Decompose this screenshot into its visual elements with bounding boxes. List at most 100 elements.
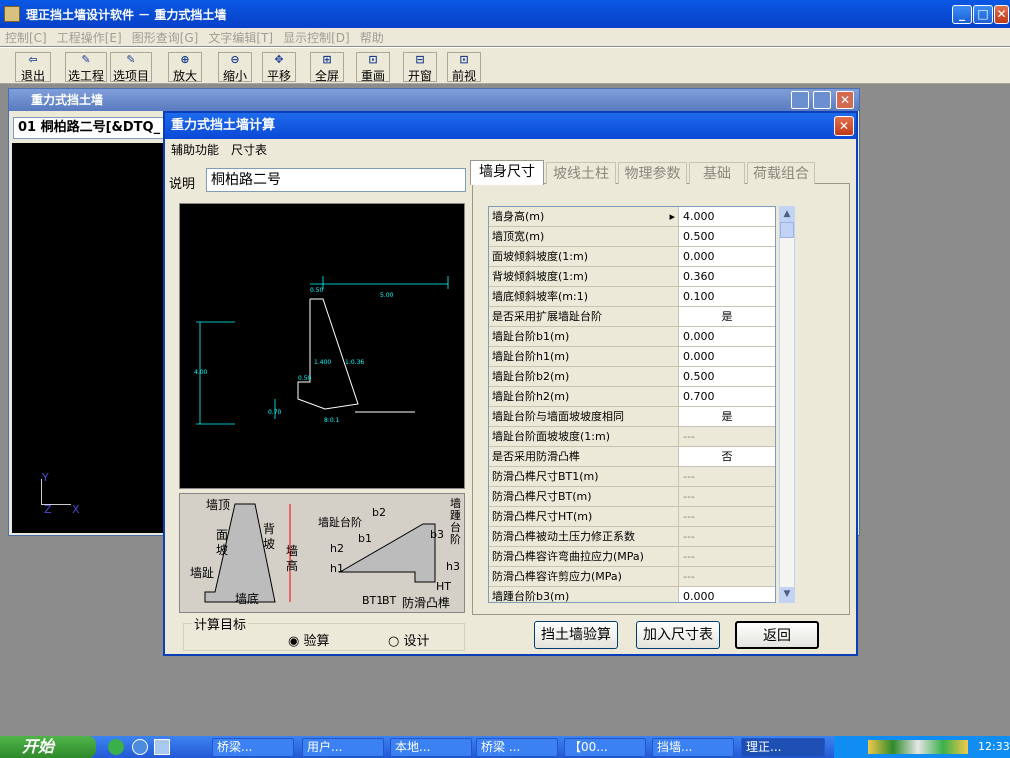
- tray-icons: [868, 740, 968, 754]
- table-row[interactable]: 面坡倾斜坡度(1:m) 0.000: [489, 247, 775, 267]
- param-value[interactable]: 0.700: [679, 387, 775, 407]
- menu-assist[interactable]: 辅助功能: [165, 141, 225, 158]
- toolbar-button[interactable]: ⊡ 前视: [447, 52, 481, 83]
- dim-label: 0.50: [310, 287, 324, 294]
- param-value[interactable]: 0.360: [679, 267, 775, 287]
- dim-label: 1.400: [314, 359, 331, 366]
- table-row[interactable]: 墙趾台阶b2(m) 0.500: [489, 367, 775, 387]
- table-row[interactable]: 防滑凸榫尺寸BT(m) ---: [489, 487, 775, 507]
- tab-2[interactable]: 物理参数: [618, 162, 687, 184]
- menu-item[interactable]: 图形查询[G]: [127, 29, 204, 46]
- param-value[interactable]: 否: [679, 447, 775, 467]
- param-value[interactable]: 0.000: [679, 587, 775, 602]
- toolbar-button[interactable]: ⇦ 退出: [15, 52, 51, 83]
- taskbar-task[interactable]: 本地...: [390, 738, 472, 757]
- param-value[interactable]: 4.000: [679, 207, 775, 227]
- start-button[interactable]: 开始: [0, 736, 96, 758]
- taskbar-task[interactable]: 用户...: [302, 738, 384, 757]
- tab-0[interactable]: 墙身尺寸: [470, 160, 544, 185]
- quicklaunch-ie2-icon[interactable]: [132, 739, 148, 755]
- toolbar-icon: ⊞: [322, 53, 332, 66]
- table-row[interactable]: 是否采用扩展墙趾台阶是: [489, 307, 775, 327]
- menu-item[interactable]: 控制[C]: [0, 29, 52, 46]
- table-row[interactable]: 防滑凸榫尺寸BT1(m) ---: [489, 467, 775, 487]
- sketch-label: 背坡: [263, 522, 276, 551]
- menu-size-table[interactable]: 尺寸表: [225, 141, 273, 158]
- toolbar-button[interactable]: ✥ 平移: [262, 52, 296, 83]
- table-row[interactable]: 墙趾台阶与墙面坡坡度相同是: [489, 407, 775, 427]
- parameter-grid[interactable]: 墙身高(m) ▸ 4.000 墙顶宽(m) 0.500 面坡倾斜坡度(1:m) 0.000 背…: [488, 206, 776, 603]
- param-value[interactable]: 0.500: [679, 227, 775, 247]
- table-row[interactable]: 防滑凸榫被动土压力修正系数 ---: [489, 527, 775, 547]
- table-row[interactable]: 墙底倾斜坡率(m:1) 0.100: [489, 287, 775, 307]
- param-value[interactable]: 是: [679, 307, 775, 327]
- toolbar-button[interactable]: ⊞ 全屏: [310, 52, 344, 83]
- taskbar-task[interactable]: 理正...: [741, 738, 825, 757]
- toolbar-button[interactable]: ⊟ 开窗: [403, 52, 437, 83]
- toolbar-button[interactable]: ✎ 选工程: [65, 52, 107, 83]
- menu-item[interactable]: 帮助: [355, 29, 389, 46]
- param-value[interactable]: 0.500: [679, 367, 775, 387]
- table-row[interactable]: 墙趾台阶h2(m) 0.700: [489, 387, 775, 407]
- quicklaunch-desktop-icon[interactable]: [154, 739, 170, 755]
- taskbar-task[interactable]: 桥梁 ...: [476, 738, 558, 757]
- param-name: 墙趾台阶与墙面坡坡度相同: [489, 407, 679, 427]
- toolbar-button[interactable]: ⊕ 放大: [168, 52, 202, 83]
- table-row[interactable]: 墙趾台阶面坡坡度(1:m) ---: [489, 427, 775, 447]
- dialog-close-button[interactable]: ✕: [834, 116, 854, 136]
- taskbar-task[interactable]: 桥梁...: [212, 738, 294, 757]
- project-combo[interactable]: 01 桐柏路二号[&DTQ_: [13, 117, 173, 139]
- table-row[interactable]: 墙趾台阶h1(m) 0.000: [489, 347, 775, 367]
- check-wall-button[interactable]: 挡土墙验算: [534, 621, 618, 649]
- radio-design[interactable]: ○ 设计: [388, 630, 430, 649]
- tab-1[interactable]: 坡线土柱: [546, 162, 616, 184]
- close-button[interactable]: ✕: [994, 5, 1009, 24]
- taskbar-task[interactable]: 挡墙...: [652, 738, 734, 757]
- add-size-table-button[interactable]: 加入尺寸表: [636, 621, 720, 649]
- minimize-button[interactable]: _: [952, 5, 972, 24]
- quicklaunch-ie-icon[interactable]: [108, 739, 124, 755]
- inner-min-button[interactable]: [791, 91, 809, 109]
- taskbar-task[interactable]: 【00...: [564, 738, 646, 757]
- param-value[interactable]: 0.100: [679, 287, 775, 307]
- menu-item[interactable]: 工程操作[E]: [52, 29, 127, 46]
- desc-input[interactable]: 桐柏路二号: [206, 168, 466, 192]
- menu-item[interactable]: 显示控制[D]: [278, 29, 355, 46]
- param-name: 是否采用扩展墙趾台阶: [489, 307, 679, 327]
- param-value[interactable]: 0.000: [679, 347, 775, 367]
- inner-close-button[interactable]: ✕: [836, 91, 854, 109]
- drawing-canvas[interactable]: Y Z X: [12, 143, 172, 533]
- toolbar-button[interactable]: ✎ 选项目: [110, 52, 152, 83]
- table-row[interactable]: 墙顶宽(m) 0.500: [489, 227, 775, 247]
- table-row[interactable]: 墙趾台阶b1(m) 0.000: [489, 327, 775, 347]
- param-value[interactable]: 是: [679, 407, 775, 427]
- scroll-up-icon[interactable]: ▲: [780, 207, 794, 222]
- param-value[interactable]: 0.000: [679, 327, 775, 347]
- toolbar-button[interactable]: ⊖ 缩小: [218, 52, 252, 83]
- param-value[interactable]: 0.000: [679, 247, 775, 267]
- menu-item[interactable]: 文字编辑[T]: [203, 29, 278, 46]
- tab-3[interactable]: 基础: [689, 162, 745, 184]
- toolbar-button-label: 前视: [451, 69, 476, 83]
- param-value: ---: [679, 487, 775, 507]
- radio-check[interactable]: ◉ 验算: [288, 630, 330, 649]
- scroll-down-icon[interactable]: ▼: [780, 587, 794, 602]
- table-row[interactable]: 防滑凸榫容许剪应力(MPa) ---: [489, 567, 775, 587]
- tab-4[interactable]: 荷载组合: [747, 162, 815, 184]
- return-button[interactable]: 返回: [735, 621, 819, 649]
- toolbar-button[interactable]: ⊡ 重画: [356, 52, 390, 83]
- table-row[interactable]: 背坡倾斜坡度(1:m) 0.360: [489, 267, 775, 287]
- table-row[interactable]: 防滑凸榫容许弯曲拉应力(MPa) ---: [489, 547, 775, 567]
- radio-design-label: 设计: [403, 634, 430, 649]
- maximize-button[interactable]: □: [973, 5, 993, 24]
- grid-scrollbar[interactable]: ▲ ▼: [779, 206, 795, 603]
- table-row[interactable]: 是否采用防滑凸榫否: [489, 447, 775, 467]
- table-row[interactable]: 墙身高(m) ▸ 4.000: [489, 207, 775, 227]
- inner-max-button[interactable]: [813, 91, 831, 109]
- param-name: 防滑凸榫尺寸BT1(m): [489, 467, 679, 487]
- table-row[interactable]: 防滑凸榫尺寸HT(m) ---: [489, 507, 775, 527]
- scroll-thumb[interactable]: [780, 222, 794, 238]
- sketch-label: h1: [330, 562, 344, 575]
- toolbar-icon: ✎: [126, 53, 136, 66]
- table-row[interactable]: 墙踵台阶b3(m) 0.000: [489, 587, 775, 602]
